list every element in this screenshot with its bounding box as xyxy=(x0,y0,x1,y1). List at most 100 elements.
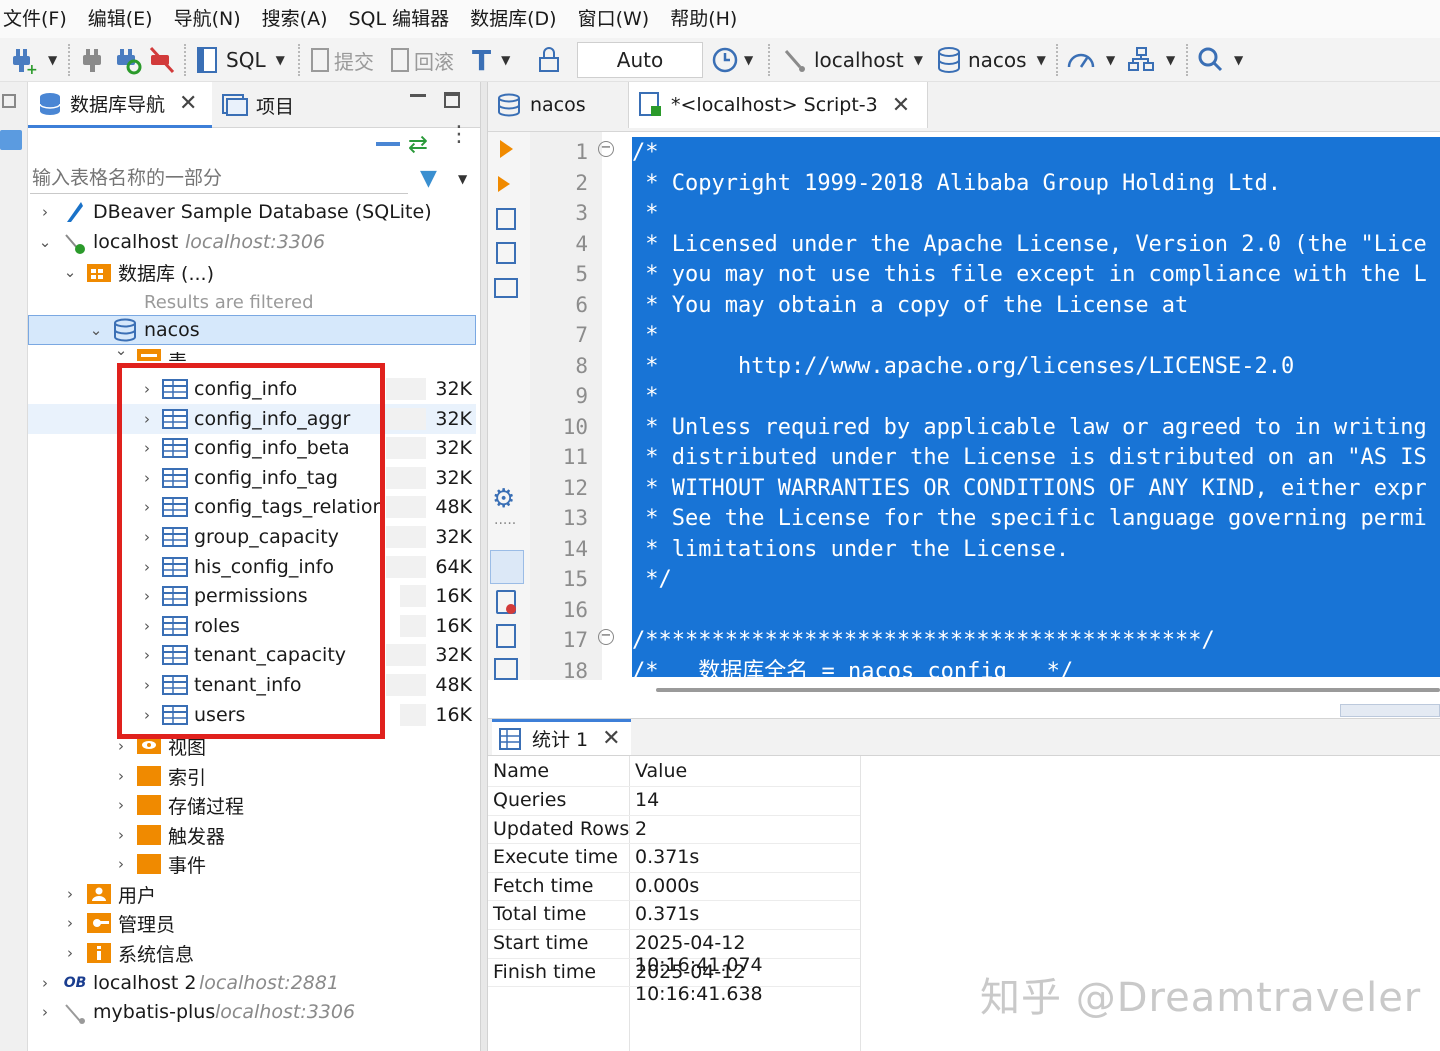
collapse-all-icon[interactable] xyxy=(376,142,400,146)
column-header-value[interactable]: Value xyxy=(635,760,687,782)
chevron-down-icon[interactable]: ⌄ xyxy=(63,263,77,281)
tree-item-triggers[interactable]: › 触发器 xyxy=(28,820,476,850)
disconnect-all-button[interactable] xyxy=(148,38,176,82)
chevron-right-icon[interactable]: › xyxy=(38,1003,52,1021)
chevron-down-icon[interactable]: ▼ xyxy=(48,53,57,67)
code-line[interactable]: /***************************************… xyxy=(632,626,1215,656)
tab-script-3[interactable]: *<localhost> Script-3 ✕ xyxy=(628,82,928,128)
menu-window[interactable]: 窗口(W) xyxy=(575,0,660,38)
fold-toggle-icon[interactable]: − xyxy=(598,629,614,645)
table-row[interactable]: Total time0.371s xyxy=(488,901,860,930)
chevron-down-icon[interactable]: ▼ xyxy=(1234,53,1243,67)
tree-item-tables-folder[interactable]: ⌄ 表 xyxy=(28,345,476,361)
navigator-icon[interactable] xyxy=(0,130,22,150)
chevron-down-icon[interactable]: ▼ xyxy=(1037,53,1046,67)
code-line[interactable]: * xyxy=(632,199,659,229)
menu-edit[interactable]: 编辑(E) xyxy=(85,0,163,38)
chevron-right-icon[interactable]: › xyxy=(114,737,128,755)
close-icon[interactable]: ✕ xyxy=(892,93,910,118)
tree-item-localhost-2[interactable]: › OB localhost 2 localhost:2881 xyxy=(28,968,476,998)
active-database-selector[interactable]: nacos ▼ xyxy=(936,38,1046,82)
transaction-mode-button[interactable]: T ▼ xyxy=(472,38,510,82)
active-connection-selector[interactable]: localhost ▼ xyxy=(780,38,923,82)
auto-commit-mode-field[interactable]: Auto xyxy=(577,42,703,78)
console-icon[interactable] xyxy=(494,278,518,298)
tree-item-indexes[interactable]: › 索引 xyxy=(28,761,476,791)
chevron-right-icon[interactable]: › xyxy=(114,767,128,785)
close-icon[interactable]: ✕ xyxy=(179,91,197,116)
tree-item-sample-db[interactable]: › DBeaver Sample Database (SQLite) xyxy=(28,197,476,227)
chevron-down-icon[interactable]: ⌄ xyxy=(89,321,103,339)
editor-horizontal-scrollbar[interactable] xyxy=(488,680,1440,704)
new-connection-button[interactable]: + ▼ xyxy=(8,38,57,82)
code-line[interactable]: * you may not use this file except in co… xyxy=(632,260,1427,290)
chevron-down-icon[interactable]: ▼ xyxy=(1106,53,1115,67)
search-button[interactable]: ▼ xyxy=(1196,38,1243,82)
chevron-right-icon[interactable]: › xyxy=(63,885,77,903)
chevron-down-icon[interactable]: ⌄ xyxy=(38,233,52,251)
rollback-button[interactable]: 回滚 xyxy=(388,38,454,82)
sql-editor-text[interactable]: /* * Copyright 1999-2018 Alibaba Group H… xyxy=(632,137,1440,677)
code-line[interactable]: * You may obtain a copy of the License a… xyxy=(632,291,1188,321)
code-line[interactable]: */ xyxy=(632,565,672,595)
tab-nacos[interactable]: nacos xyxy=(496,82,586,128)
chevron-down-icon[interactable]: ▼ xyxy=(501,53,510,67)
tab-database-navigator[interactable]: 数据库导航 ✕ xyxy=(28,82,212,128)
variables-icon[interactable] xyxy=(496,624,516,648)
chevron-down-icon[interactable]: ▼ xyxy=(914,53,923,67)
link-editor-icon[interactable]: ⇄ xyxy=(408,130,428,158)
script-new-tab-icon[interactable] xyxy=(496,242,516,264)
code-line[interactable]: * xyxy=(632,321,659,351)
chevron-down-icon[interactable]: ⌄ xyxy=(114,345,128,359)
commit-button[interactable]: 提交 xyxy=(308,38,374,82)
minimize-icon[interactable] xyxy=(410,94,426,97)
fold-toggle-icon[interactable]: − xyxy=(598,141,614,157)
more-options-icon[interactable]: ⋮ xyxy=(448,130,470,140)
tree-item-localhost[interactable]: ⌄ localhost localhost:3306 xyxy=(28,227,476,257)
sql-editor-button[interactable]: SQL ▼ xyxy=(194,38,285,82)
chevron-right-icon[interactable]: › xyxy=(114,855,128,873)
code-line[interactable]: * WITHOUT WARRANTIES OR CONDITIONS OF AN… xyxy=(632,474,1427,504)
tree-item-events[interactable]: › 事件 xyxy=(28,849,476,879)
execute-script-icon[interactable] xyxy=(496,208,516,230)
table-row[interactable]: Execute time0.371s xyxy=(488,844,860,873)
tree-item-mybatis-plus[interactable]: › mybatis-plus localhost:3306 xyxy=(28,997,476,1027)
code-line[interactable]: * distributed under the License is distr… xyxy=(632,443,1427,473)
panel-toggle-arrows[interactable] xyxy=(1340,704,1440,717)
tree-item-users[interactable]: › 用户 xyxy=(28,879,476,909)
history-button[interactable]: ▼ xyxy=(710,38,753,82)
menu-sql-editor[interactable]: SQL 编辑器 xyxy=(345,0,459,38)
code-line[interactable]: * Unless required by applicable law or a… xyxy=(632,413,1427,443)
outline-icon[interactable] xyxy=(494,658,518,680)
tree-item-databases[interactable]: ⌄ 数据库 (...) xyxy=(28,257,476,287)
filter-icon[interactable]: ▼ xyxy=(420,166,437,191)
menu-search[interactable]: 搜索(A) xyxy=(259,0,338,38)
tree-item-system-info[interactable]: › 系统信息 xyxy=(28,938,476,968)
table-row[interactable]: Finish time2025-04-12 10:16:41.638 xyxy=(488,959,860,988)
column-header-name[interactable]: Name xyxy=(493,760,549,782)
reconnect-button[interactable] xyxy=(114,38,142,82)
tab-statistics[interactable]: 统计 1 ✕ xyxy=(492,719,631,755)
table-row[interactable]: Start time2025-04-12 10:16:41.074 xyxy=(488,930,860,959)
disconnect-button[interactable] xyxy=(80,38,106,82)
output-panel-icon[interactable] xyxy=(490,550,524,584)
menu-file[interactable]: 文件(F) xyxy=(0,0,77,38)
execute-icon[interactable] xyxy=(500,140,513,158)
code-line[interactable]: /* 数据库全名 = nacos_config */ xyxy=(632,657,1073,678)
code-line[interactable]: * See the License for the specific langu… xyxy=(632,504,1427,534)
table-filter-input[interactable] xyxy=(30,162,408,194)
chevron-down-icon[interactable]: ▼ xyxy=(458,172,467,186)
code-line[interactable]: * xyxy=(632,382,659,412)
menu-help[interactable]: 帮助(H) xyxy=(667,0,747,38)
tree-item-procedures[interactable]: › 存储过程 xyxy=(28,790,476,820)
chevron-down-icon[interactable]: ▼ xyxy=(1166,53,1175,67)
chevron-right-icon[interactable]: › xyxy=(63,914,77,932)
chevron-down-icon[interactable]: ▼ xyxy=(744,53,753,67)
table-row[interactable]: Fetch time0.000s xyxy=(488,873,860,902)
code-line[interactable]: * limitations under the License. xyxy=(632,535,1069,565)
menu-database[interactable]: 数据库(D) xyxy=(467,0,566,38)
settings-icon[interactable]: ⚙ xyxy=(492,484,515,514)
code-line[interactable]: * Licensed under the Apache License, Ver… xyxy=(632,230,1427,260)
schema-button[interactable]: ▼ xyxy=(1126,38,1175,82)
tree-item-admins[interactable]: › 管理员 xyxy=(28,908,476,938)
